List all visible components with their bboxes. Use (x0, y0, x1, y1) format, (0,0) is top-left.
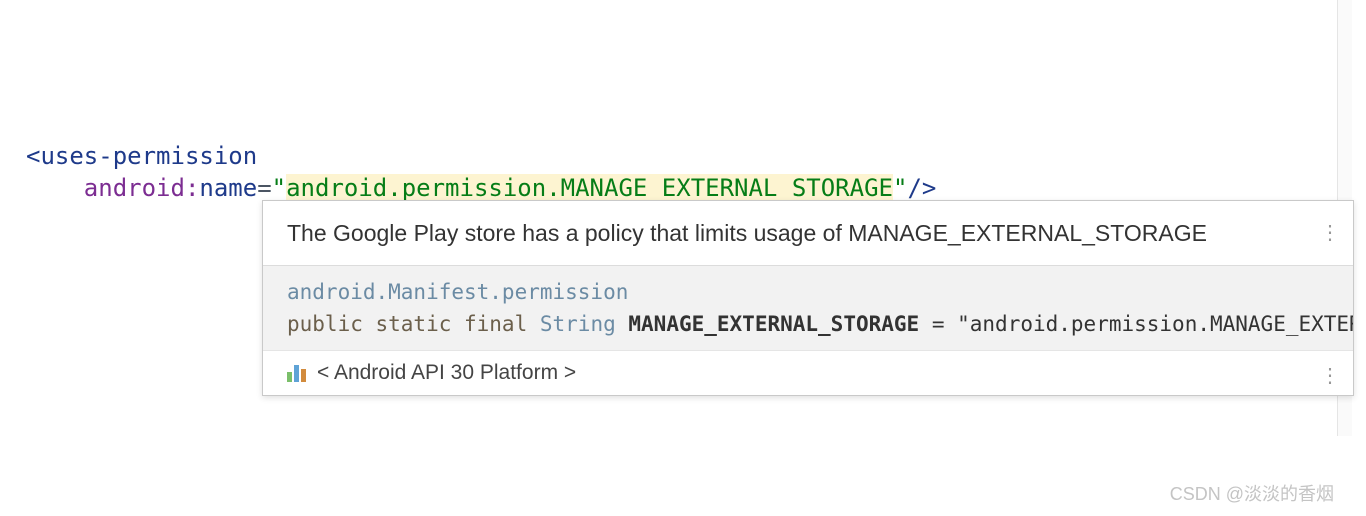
attr-namespace: android (84, 174, 185, 202)
more-menu-icon[interactable]: ⋮ (1320, 217, 1339, 249)
watermark: CSDN @淡淡的香烟 (1170, 480, 1334, 506)
tag-close: /> (907, 174, 936, 202)
attr-colon: : (185, 174, 199, 202)
library-icon (287, 364, 307, 382)
doc-const: MANAGE_EXTERNAL_STORAGE (628, 312, 919, 336)
quickdoc-popup[interactable]: The Google Play store has a policy that … (262, 200, 1354, 396)
more-menu-icon[interactable]: ⋮ (1320, 363, 1339, 388)
doc-modifiers: public static final (287, 312, 527, 336)
attr-quote-open: " (272, 174, 286, 202)
lint-warning: The Google Play store has a policy that … (263, 201, 1353, 266)
attr-quote-close: " (893, 174, 907, 202)
attr-eq: = (257, 174, 271, 202)
code-editor[interactable]: <uses-permission android:name="android.p… (0, 0, 1352, 516)
code-block[interactable]: <uses-permission android:name="android.p… (26, 140, 936, 204)
tag-open: < (26, 142, 40, 170)
doc-value: "android.permission.MANAGE_EXTERNAL_ST (957, 312, 1353, 336)
attr-name: name (199, 174, 257, 202)
quickdoc-source[interactable]: < Android API 30 Platform > ⋮ (263, 350, 1353, 395)
attr-value: android.permission.MANAGE_EXTERNAL_STORA… (286, 174, 893, 202)
tag-name: uses-permission (40, 142, 257, 170)
source-label: < Android API 30 Platform > (317, 361, 576, 385)
doc-class-link[interactable]: android.Manifest.permission (287, 280, 628, 304)
doc-eq: = (919, 312, 957, 336)
quickdoc-body: android.Manifest.permission public stati… (263, 266, 1353, 350)
doc-type: String (540, 312, 616, 336)
warning-text: The Google Play store has a policy that … (287, 220, 1207, 246)
